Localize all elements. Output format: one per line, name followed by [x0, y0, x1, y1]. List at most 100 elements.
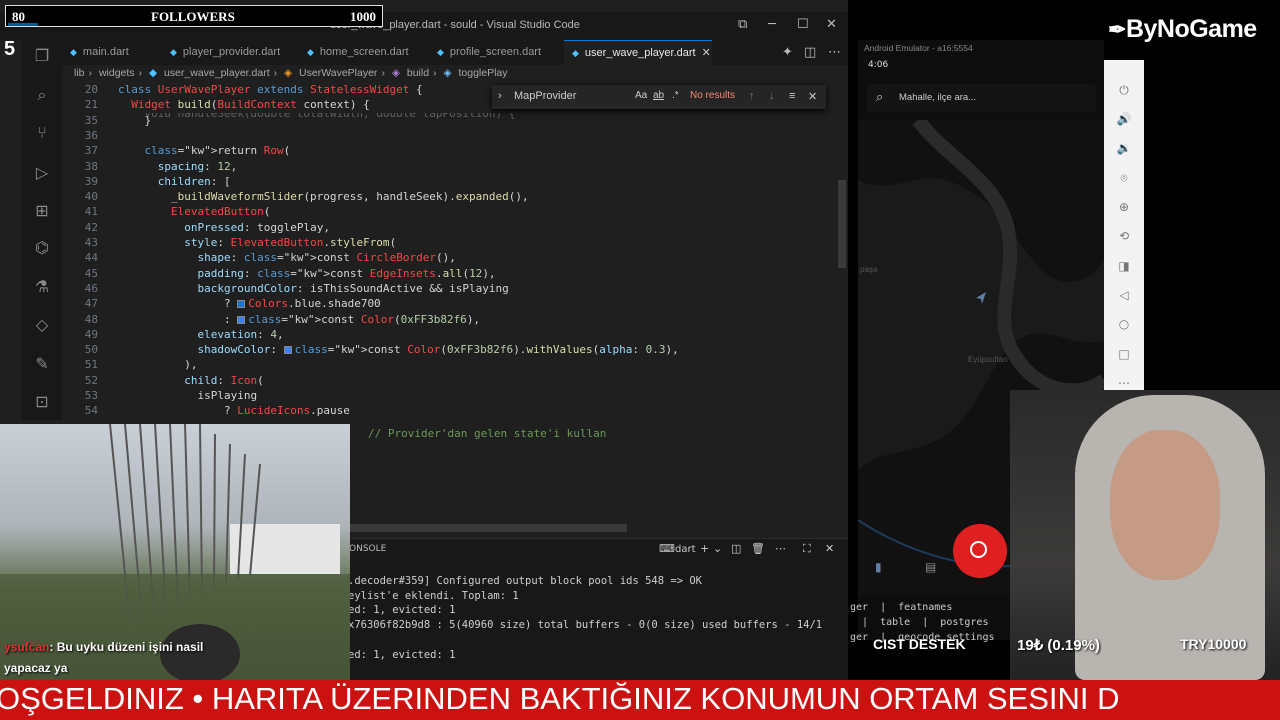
terminal-line: eylist'e eklendi. Toplam: 1: [348, 590, 519, 602]
maximize-icon[interactable]: ☐: [797, 17, 809, 32]
tab-profile-screen[interactable]: ◆ profile_screen.dart: [437, 40, 567, 65]
dart-file-icon: ◆: [148, 67, 158, 79]
camera-icon[interactable]: ⌾: [1116, 170, 1132, 186]
terminal-dropdown-icon[interactable]: ⌄: [713, 542, 722, 555]
layout-icon[interactable]: ⧉: [738, 17, 747, 32]
volume-down-icon[interactable]: 🔉: [1116, 140, 1132, 156]
copilot-icon[interactable]: ✦: [782, 40, 793, 65]
breadcrumb-item[interactable]: UserWavePlayer: [299, 67, 377, 79]
breadcrumb-item[interactable]: togglePlay: [458, 67, 507, 79]
code-line: padding: class="kw">const EdgeInsets.all…: [197, 266, 496, 280]
regex-icon[interactable]: .*: [672, 90, 679, 101]
line-number: 54: [84, 404, 98, 418]
run-debug-icon[interactable]: ▷: [32, 163, 52, 183]
pen-icon[interactable]: ✎: [32, 354, 52, 374]
terminal-line: x76306f82b9d8 : 5(40960 size) total buff…: [348, 619, 823, 631]
tab-user-wave-player[interactable]: ◆ user_wave_player.dart ✕: [564, 40, 712, 65]
find-in-selection-icon[interactable]: ≡: [789, 90, 795, 102]
terminal-line: .decoder#359] Configured output block po…: [348, 575, 703, 587]
fold-icon[interactable]: ◨: [1116, 258, 1132, 274]
map-nav-icon[interactable]: ▮: [875, 560, 882, 574]
breadcrumb-item[interactable]: build: [407, 67, 429, 79]
panel-more-icon[interactable]: ⋯: [775, 542, 786, 555]
emulator-toolbar: ⏻ 🔊 🔉 ⌾ ⊕ ⟲ ◨ ◁ ○ □ ⋯: [1104, 60, 1144, 390]
breadcrumb-item[interactable]: lib: [74, 67, 85, 79]
horizontal-scrollbar[interactable]: [345, 524, 627, 532]
tab-player-provider[interactable]: ◆ player_provider.dart: [170, 40, 310, 65]
vertical-scrollbar[interactable]: [838, 180, 846, 268]
more-icon[interactable]: ⋯: [1116, 375, 1132, 391]
more-actions-icon[interactable]: ⋯: [828, 40, 841, 65]
donation-goal: TRY10000: [1180, 636, 1247, 652]
minimize-icon[interactable]: ─: [768, 17, 776, 32]
code-line: children: [: [157, 174, 231, 188]
line-number: 21: [84, 98, 98, 112]
news-ticker: OŞGELDINIZ • HARITA ÜZERINDEN BAKTIĞINIZ…: [0, 680, 1280, 720]
line-number: 42: [84, 220, 98, 234]
close-find-icon[interactable]: ✕: [808, 90, 817, 103]
maximize-panel-icon[interactable]: ⛶: [803, 542, 811, 556]
line-number: 50: [84, 343, 98, 357]
record-button[interactable]: [953, 524, 1007, 578]
split-terminal-icon[interactable]: ◫: [731, 542, 741, 555]
line-number: 48: [84, 312, 98, 326]
code-line: onPressed: togglePlay,: [184, 220, 330, 234]
breadcrumb-item[interactable]: widgets: [99, 67, 135, 79]
code-editor[interactable]: 20 class UserWavePlayer extends Stateless…: [62, 82, 838, 427]
terminal-icon: ⌨: [659, 542, 675, 555]
terminal-line: ed: 1, evicted: 1: [348, 604, 456, 616]
dart-file-icon: ◆: [307, 47, 314, 57]
overview-icon[interactable]: □: [1116, 346, 1132, 362]
code-line: elevation: 4,: [197, 327, 284, 341]
source-control-icon[interactable]: ⑂: [32, 123, 52, 143]
extensions-icon[interactable]: ⊞: [32, 201, 52, 221]
find-input[interactable]: MapProvider: [514, 90, 576, 102]
code-line: child: Icon(: [184, 373, 264, 387]
map-search-input[interactable]: Mahalle, ilçe ara...: [899, 92, 976, 103]
devtools-icon[interactable]: ⊡: [32, 392, 52, 412]
search-icon[interactable]: ⌕: [32, 85, 52, 105]
list-nav-icon[interactable]: ▤: [925, 560, 936, 574]
line-number: 45: [84, 266, 98, 280]
testing-icon[interactable]: ⚗: [32, 277, 52, 297]
tab-home-screen[interactable]: ◆ home_screen.dart: [307, 40, 437, 65]
home-icon[interactable]: ○: [1116, 316, 1132, 332]
code-line: class UserWavePlayer extends StatelessWi…: [118, 83, 423, 96]
chat-text-continued: yapacaz ya: [4, 661, 68, 675]
match-case-icon[interactable]: Aa: [635, 90, 647, 101]
whole-word-icon[interactable]: ab: [653, 90, 664, 101]
remote-icon[interactable]: ⌬: [32, 238, 52, 258]
close-panel-icon[interactable]: ✕: [825, 542, 834, 555]
close-tab-icon[interactable]: ✕: [702, 47, 711, 59]
explorer-icon[interactable]: ❐: [32, 46, 52, 66]
breadcrumb-item[interactable]: user_wave_player.dart: [164, 67, 270, 79]
new-terminal-icon[interactable]: +: [700, 542, 709, 555]
panel-tab-label[interactable]: ONSOLE: [349, 544, 386, 554]
code-line: isPlaying: [118, 389, 258, 402]
previous-match-icon[interactable]: ↑: [749, 90, 755, 102]
next-match-icon[interactable]: ↓: [769, 90, 775, 102]
power-icon[interactable]: ⏻: [1116, 82, 1132, 98]
debug-console-panel: ONSOLE ⌨ dart + ⌄ ◫ 🗑 ⋯ ⛶ ✕ .decoder#359…: [345, 538, 848, 680]
code-line: class="kw">return Row(: [144, 144, 291, 158]
split-editor-icon[interactable]: ◫: [804, 40, 816, 65]
map-search-box[interactable]: ⌕ Mahalle, ilçe ara...: [866, 84, 1096, 112]
rotate-icon[interactable]: ⟲: [1116, 228, 1132, 244]
kill-terminal-icon[interactable]: 🗑: [751, 542, 765, 555]
map-label: paşa: [860, 265, 878, 274]
back-icon[interactable]: ◁: [1116, 287, 1132, 303]
terminal-type[interactable]: dart: [675, 544, 696, 555]
line-number: 39: [84, 174, 98, 188]
followers-goal: 1000: [350, 9, 376, 24]
flutter-icon[interactable]: ◇: [32, 315, 52, 335]
tab-main[interactable]: ◆ main.dart: [70, 40, 170, 65]
close-window-icon[interactable]: ✕: [826, 17, 837, 32]
zoom-icon[interactable]: ⊕: [1116, 199, 1132, 215]
volume-up-icon[interactable]: 🔊: [1116, 111, 1132, 127]
line-number: 51: [84, 358, 98, 372]
followers-goal-bar: 80 FOLLOWERS 1000: [5, 5, 383, 27]
toggle-replace-icon[interactable]: ›: [498, 90, 502, 102]
method-icon: ◈: [391, 67, 400, 79]
followers-label: FOLLOWERS: [151, 9, 235, 24]
line-number: 35: [84, 113, 98, 127]
